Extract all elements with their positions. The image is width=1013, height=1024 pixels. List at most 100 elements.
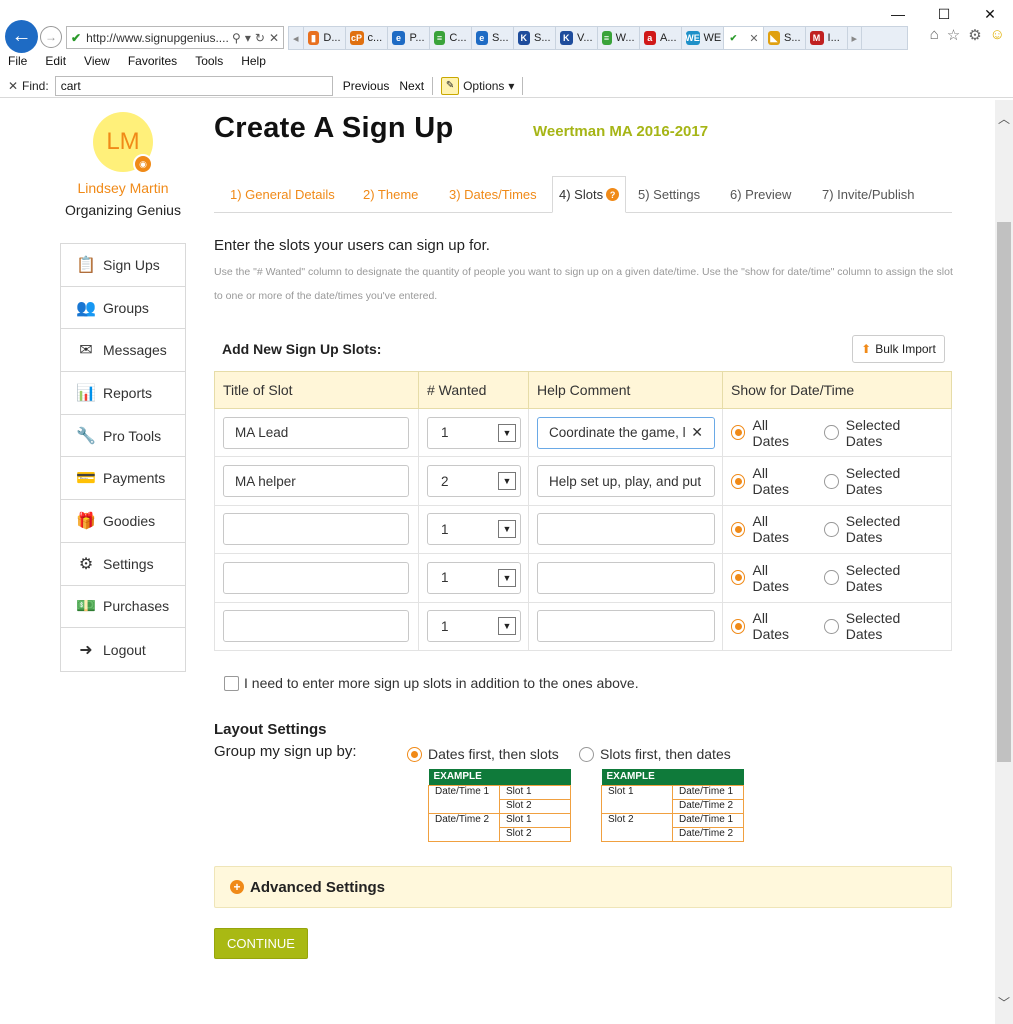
scroll-down-icon[interactable]: ﹀ [995,994,1013,1011]
sidebar-item-pro-tools[interactable]: 🔧 Pro Tools [61,415,185,458]
options-button[interactable]: ✎ Options ▾ [441,76,514,95]
close-find-icon[interactable]: ✕ [4,79,22,93]
browser-tab[interactable]: e P... [388,27,430,49]
browser-tab[interactable]: e S... [472,27,514,49]
sidebar-item-groups[interactable]: 👥 Groups [61,287,185,330]
search-icon[interactable]: ⚲ [232,31,241,45]
help-comment-input[interactable]: Help set up, play, and put [537,465,715,498]
browser-tab[interactable]: ◣ S... [764,27,806,49]
sidebar-item-logout[interactable]: ➜ Logout [61,628,185,671]
menu-item-tools[interactable]: Tools [195,54,223,72]
refresh-icon[interactable]: ↻ [255,31,265,45]
browser-tab[interactable]: M I... [806,27,848,49]
sidebar-item-sign-ups[interactable]: 📋 Sign Ups [61,244,185,287]
layout-option-dates-first[interactable]: Dates first, then slots [407,746,559,762]
all-dates-label: All Dates [752,465,790,498]
slot-title-input[interactable]: MA helper [223,465,409,498]
slot-title-input[interactable] [223,513,409,546]
home-icon[interactable]: ⌂ [930,26,939,44]
tab-step-2[interactable]: 2) Theme [363,176,418,213]
close-tab-icon[interactable]: ✕ [749,32,758,45]
scrollbar-thumb[interactable] [997,222,1011,762]
tab-step-7[interactable]: 7) Invite/Publish [822,176,915,213]
next-button[interactable]: Next [399,79,424,93]
tab-step-6[interactable]: 6) Preview [730,176,791,213]
minimize-icon[interactable]: — [875,0,921,28]
star-icon[interactable]: ☆ [947,26,960,44]
new-tab-button[interactable]: ▸ [848,27,863,49]
wanted-select[interactable]: 1 ▼ [427,610,521,643]
radio-selected-dates[interactable] [824,570,839,586]
wanted-select[interactable]: 1 ▼ [427,416,521,449]
help-comment-input[interactable] [537,561,715,594]
slot-title-input[interactable] [223,610,409,643]
browser-tab[interactable]: a A... [640,27,682,49]
radio-slots-first[interactable] [579,746,594,762]
help-comment-input[interactable] [537,513,715,546]
menu-item-help[interactable]: Help [241,54,266,72]
camera-icon[interactable]: ◉ [133,154,153,174]
slot-title-input[interactable]: MA Lead [223,416,409,449]
radio-all-dates[interactable] [731,570,746,586]
slot-title-input[interactable] [223,561,409,594]
back-button[interactable]: ← [5,20,38,53]
browser-tab[interactable]: ✔ ✕ [723,27,764,49]
sidebar-item-payments[interactable]: 💳 Payments [61,457,185,501]
radio-dates-first[interactable] [407,746,422,762]
gear-icon[interactable]: ⚙ [968,26,981,44]
radio-all-dates[interactable] [731,473,746,489]
browser-tab[interactable]: WE WE [682,27,724,49]
forward-button[interactable]: → [40,26,62,48]
radio-all-dates[interactable] [731,618,746,634]
clear-icon[interactable]: ✕ [687,424,703,441]
bulk-import-button[interactable]: ⬆ Bulk Import [852,335,945,363]
help-icon[interactable]: ? [606,188,620,201]
browser-tab[interactable]: ≡ W... [598,27,640,49]
browser-tab[interactable]: cP c... [346,27,388,49]
find-input[interactable]: cart [54,75,333,96]
radio-selected-dates[interactable] [824,473,839,489]
wanted-select[interactable]: 1 ▼ [427,561,521,594]
close-icon[interactable]: ✕ [269,31,279,45]
menu-item-edit[interactable]: Edit [45,54,66,72]
more-slots-label[interactable]: I need to enter more sign up slots in ad… [244,675,639,691]
radio-selected-dates[interactable] [824,425,839,441]
sidebar-item-goodies[interactable]: 🎁 Goodies [61,500,185,543]
previous-button[interactable]: Previous [343,79,390,93]
tab-scroll-left[interactable]: ◂ [289,27,304,49]
tab-step-3[interactable]: 3) Dates/Times [449,176,537,213]
sidebar-item-purchases[interactable]: 💵 Purchases [61,586,185,629]
menu-item-view[interactable]: View [84,54,110,72]
maximize-icon[interactable]: ☐ [921,0,967,28]
sidebar-item-reports[interactable]: 📊 Reports [61,372,185,415]
radio-all-dates[interactable] [731,521,746,537]
close-icon[interactable]: ✕ [967,0,1013,28]
sidebar-item-settings[interactable]: ⚙ Settings [61,543,185,586]
radio-selected-dates[interactable] [824,618,839,634]
tab-step-4[interactable]: 4) Slots? [552,176,627,213]
help-comment-input[interactable] [537,610,715,643]
more-slots-checkbox[interactable] [224,676,239,691]
dropdown-icon[interactable]: ▾ [245,31,251,45]
scroll-up-icon[interactable]: ︿ [995,110,1013,127]
radio-all-dates[interactable] [731,425,746,441]
menu-item-favorites[interactable]: Favorites [128,54,177,72]
advanced-settings-toggle[interactable]: + Advanced Settings [214,866,952,908]
layout-option-slots-first[interactable]: Slots first, then dates [579,746,731,762]
wanted-select[interactable]: 1 ▼ [427,513,521,546]
browser-tab[interactable]: K S... [514,27,556,49]
tab-step-1[interactable]: 1) General Details [230,176,335,213]
tab-step-5[interactable]: 5) Settings [638,176,700,213]
browser-tab[interactable]: K V... [556,27,598,49]
address-bar[interactable]: ✔ http://www.signupgenius.... ⚲ ▾ ↻ ✕ [66,26,284,49]
browser-tab[interactable]: ▮ D... [304,27,346,49]
menu-item-file[interactable]: File [8,54,27,72]
browser-tab[interactable]: ≡ C... [430,27,472,49]
radio-selected-dates[interactable] [824,521,839,537]
smiley-icon[interactable]: ☺ [990,26,1005,44]
continue-button[interactable]: CONTINUE [214,928,308,959]
sidebar-item-messages[interactable]: ✉ Messages [61,329,185,373]
wanted-select[interactable]: 2 ▼ [427,465,521,498]
help-comment-input[interactable]: Coordinate the game, l ✕ [537,416,715,449]
user-name[interactable]: Lindsey Martin [60,180,186,196]
